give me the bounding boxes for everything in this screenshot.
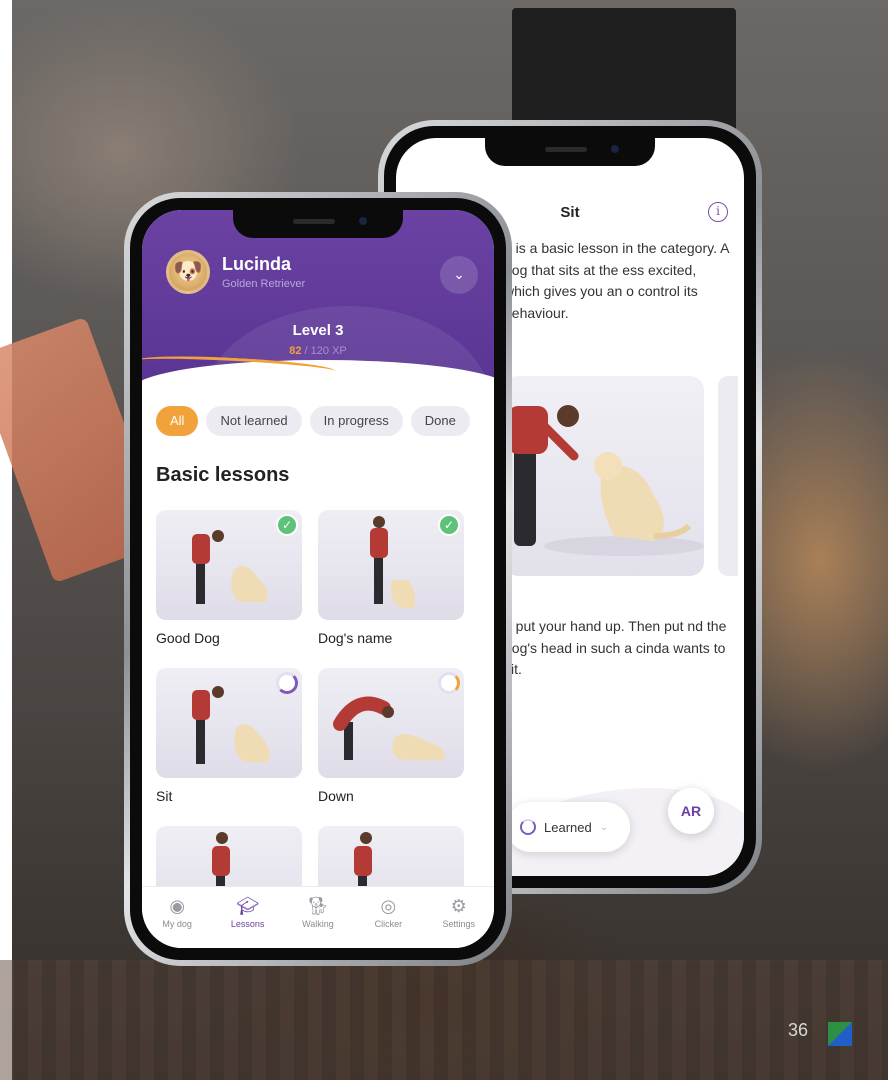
trainer-and-dog-illustration bbox=[370, 516, 416, 608]
trainer-and-dog-illustration bbox=[192, 530, 268, 604]
tab-label: My dog bbox=[162, 919, 192, 929]
dog-walking-icon: 🐕︎ bbox=[306, 896, 330, 916]
rug bbox=[0, 960, 888, 1080]
trainer-and-dog-illustration bbox=[192, 686, 270, 764]
phone-notch bbox=[485, 138, 655, 166]
front-phone: 🐶 Lucinda Golden Retriever ⌄ Level 3 82 … bbox=[124, 192, 512, 966]
filter-chip-all[interactable]: All bbox=[156, 406, 199, 436]
background-photo: Sit i d is a basic lesson in the categor… bbox=[0, 0, 888, 1080]
info-icon[interactable]: i bbox=[708, 202, 728, 222]
bottom-tab-bar: ◉ My dog 🎓︎ Lessons 🐕︎ Walking ◎ Clicker ⚙ Se… bbox=[142, 886, 494, 948]
lesson-label: Sit bbox=[156, 788, 173, 804]
xp-progress-text: 82 / 120 XP bbox=[142, 345, 494, 357]
level-label: Level 3 bbox=[292, 322, 344, 339]
dog-breed: Golden Retriever bbox=[222, 278, 306, 290]
clicker-icon: ◎ bbox=[380, 896, 397, 916]
gear-icon: ⚙ bbox=[450, 896, 467, 916]
lessons-screen: 🐶 Lucinda Golden Retriever ⌄ Level 3 82 … bbox=[142, 210, 494, 948]
section-title: Basic lessons bbox=[156, 464, 290, 486]
page-left-border bbox=[0, 0, 12, 1080]
tab-lessons[interactable]: 🎓︎ Lessons bbox=[219, 895, 277, 948]
lesson-label: Dog's name bbox=[318, 630, 393, 646]
tab-label: Walking bbox=[302, 919, 334, 929]
dog-avatar-icon: ◉ bbox=[169, 896, 186, 916]
lesson-instructions-text: d put your hand up. Then put nd the dog'… bbox=[504, 618, 727, 677]
chevron-down-icon[interactable]: ⌄ bbox=[440, 256, 478, 294]
progress-ring-icon bbox=[520, 819, 536, 835]
trainer-and-dog-illustration bbox=[333, 696, 445, 760]
tab-label: Settings bbox=[442, 919, 476, 929]
lesson-card-down[interactable]: Down bbox=[318, 668, 464, 804]
dog-name: Lucinda bbox=[222, 254, 292, 274]
lesson-card-good-dog[interactable]: ✓ Good Dog bbox=[156, 510, 302, 646]
lesson-label: Down bbox=[318, 788, 354, 804]
xp-total: / 120 XP bbox=[304, 345, 347, 357]
filter-chip-not-learned[interactable]: Not learned bbox=[206, 406, 302, 436]
filter-chips: All Not learned In progress Done bbox=[156, 406, 470, 436]
tab-settings[interactable]: ⚙ Settings bbox=[430, 895, 488, 948]
filter-chip-in-progress[interactable]: In progress bbox=[309, 406, 403, 436]
lesson-card-sit[interactable]: Sit bbox=[156, 668, 302, 804]
tab-label: Lessons bbox=[230, 919, 265, 929]
graduation-cap-icon: 🎓︎ bbox=[236, 896, 259, 916]
tab-my-dog[interactable]: ◉ My dog bbox=[148, 895, 206, 948]
tab-walking[interactable]: 🐕︎ Walking bbox=[289, 895, 347, 948]
tab-clicker[interactable]: ◎ Clicker bbox=[359, 895, 417, 948]
page-number: 36 bbox=[788, 1020, 809, 1040]
filter-chip-done[interactable]: Done bbox=[410, 406, 470, 436]
brand-logo-icon bbox=[828, 1022, 852, 1046]
chevron-down-icon: ⌄ bbox=[599, 821, 609, 833]
learned-status-dropdown[interactable]: Learned ⌄ bbox=[506, 802, 630, 852]
tab-label: Clicker bbox=[374, 919, 403, 929]
trainer-and-dog-illustration bbox=[508, 405, 704, 556]
lesson-label: Good Dog bbox=[156, 630, 220, 646]
phone-notch bbox=[233, 210, 403, 238]
lesson-intro-text: d is a basic lesson in the category. A d… bbox=[504, 240, 729, 321]
lesson-illustration[interactable] bbox=[504, 376, 704, 576]
lesson-card-dogs-name[interactable]: ✓ Dog's name bbox=[318, 510, 464, 646]
dog-avatar[interactable]: 🐶 bbox=[166, 250, 210, 294]
ar-button[interactable]: AR bbox=[668, 788, 714, 834]
xp-current: 82 bbox=[289, 345, 302, 357]
next-illustration-peek[interactable] bbox=[718, 376, 738, 576]
learned-label: Learned bbox=[544, 819, 592, 835]
